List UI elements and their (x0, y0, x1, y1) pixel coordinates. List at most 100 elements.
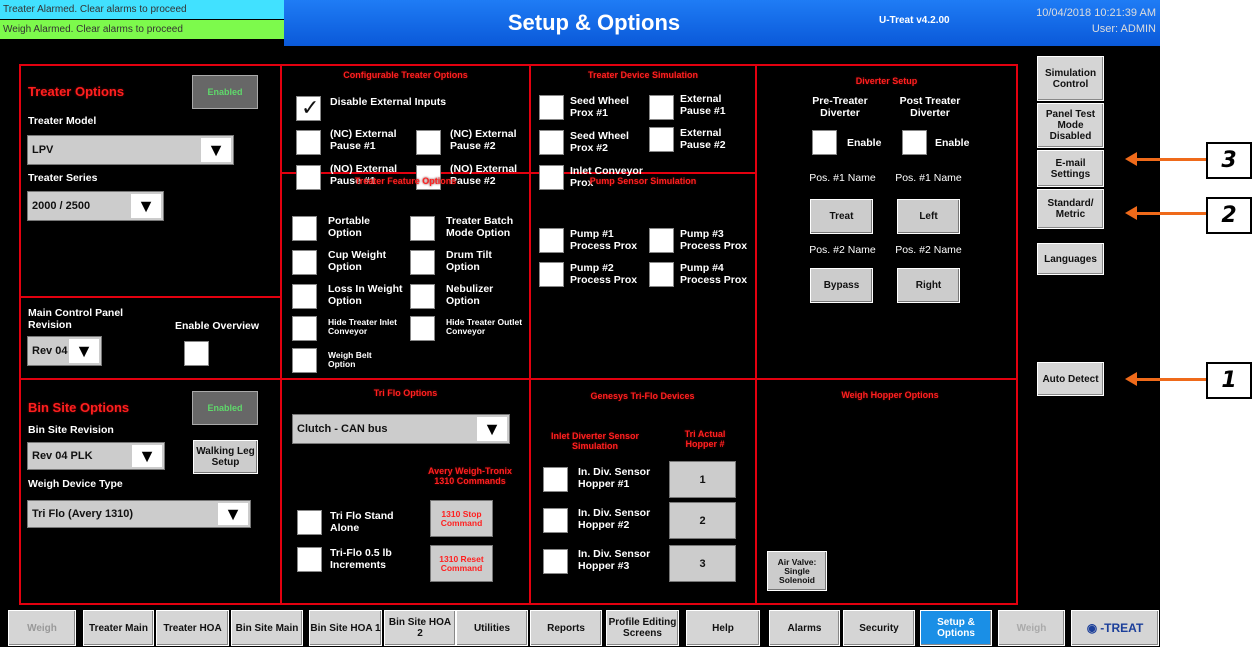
post-diverter-enable-checkbox[interactable] (902, 130, 927, 155)
reset-command-button[interactable]: 1310 Reset Command (430, 545, 493, 582)
nc-external-pause2-checkbox[interactable] (416, 130, 441, 155)
actual-hopper-heading: Tri Actual Hopper # (684, 429, 726, 449)
standard-metric-button[interactable]: Standard/ Metric (1037, 189, 1104, 229)
nav-setup-options-active[interactable]: Setup & Options (920, 610, 992, 646)
weigh-device-type-value: Tri Flo (Avery 1310) (32, 508, 134, 520)
hide-outlet-conveyor-checkbox[interactable] (410, 316, 435, 341)
batch-mode-checkbox[interactable] (410, 216, 435, 241)
pump-simulation-title: Pump Sensor Simulation (589, 176, 697, 186)
sensor-hopper2-label: In. Div. Sensor Hopper #2 (578, 507, 651, 531)
post-pos1-name-button[interactable]: Left (897, 199, 960, 234)
actual-hopper1-button[interactable]: 1 (669, 461, 736, 498)
air-valve-button[interactable]: Air Valve: Single Solenoid (767, 551, 827, 591)
pump1-prox-checkbox[interactable] (539, 228, 564, 253)
weigh-belt-checkbox[interactable] (292, 348, 317, 373)
nav-security[interactable]: Security (843, 610, 915, 646)
bin-site-revision-dropdown[interactable]: Rev 04 PLK ▼ (27, 442, 165, 470)
actual-hopper2-button[interactable]: 2 (669, 502, 736, 539)
nebulizer-checkbox[interactable] (410, 284, 435, 309)
callout-arrow-3 (1125, 152, 1207, 166)
triflo-increments-label: Tri-Flo 0.5 lb Increments (330, 547, 392, 571)
actual-hopper3-button[interactable]: 3 (669, 545, 736, 582)
callout-arrow-1 (1125, 372, 1207, 386)
post-treater-diverter-label: Post Treater Diverter (899, 95, 961, 119)
disable-external-inputs-label: Disable External Inputs (330, 96, 447, 108)
external-pause1-sim-checkbox[interactable] (649, 95, 674, 120)
pump4-prox-checkbox[interactable] (649, 262, 674, 287)
nc-external-pause1-checkbox[interactable] (296, 130, 321, 155)
hide-outlet-conveyor-label: Hide Treater Outlet Conveyor (446, 317, 523, 336)
languages-button[interactable]: Languages (1037, 243, 1104, 275)
disable-external-inputs-checkbox[interactable] (296, 95, 321, 121)
callout-arrow-2 (1125, 206, 1207, 220)
pump2-prox-checkbox[interactable] (539, 262, 564, 287)
nav-bin-site-main[interactable]: Bin Site Main (231, 610, 303, 646)
sensor-hopper2-checkbox[interactable] (543, 508, 568, 533)
callout-3: 3 (1206, 142, 1252, 179)
nav-bin-site-hoa-2[interactable]: Bin Site HOA 2 (384, 610, 456, 646)
pre-pos1-name-button[interactable]: Treat (810, 199, 873, 234)
pre-diverter-enable-checkbox[interactable] (812, 130, 837, 155)
main-panel-revision-dropdown[interactable]: Rev 04 ▼ (27, 336, 102, 366)
treater-series-label: Treater Series (28, 172, 98, 184)
weigh-device-type-label: Weigh Device Type (28, 478, 123, 490)
post-pos2-name-button[interactable]: Right (897, 268, 960, 303)
nav-treater-hoa[interactable]: Treater HOA (156, 610, 229, 646)
nav-reports[interactable]: Reports (530, 610, 602, 646)
bin-site-enable-toggle[interactable]: Enabled (192, 391, 258, 425)
diverter-setup-title: Diverter Setup (855, 76, 918, 86)
loss-in-weight-checkbox[interactable] (292, 284, 317, 309)
hide-inlet-conveyor-checkbox[interactable] (292, 316, 317, 341)
callout-2: 2 (1206, 197, 1252, 234)
walking-leg-setup-button[interactable]: Walking Leg Setup (193, 440, 258, 474)
triflo-increments-checkbox[interactable] (297, 547, 322, 572)
pre-pos1-name-label: Pos. #1 Name (809, 172, 876, 184)
alarm-banner-treater[interactable]: Treater Alarmed. Clear alarms to proceed (0, 0, 284, 19)
version-label: U-Treat v4.2.00 (879, 15, 950, 26)
pre-treater-diverter-label: Pre-Treater Diverter (812, 95, 868, 119)
sensor-hopper1-checkbox[interactable] (543, 467, 568, 492)
pump1-prox-label: Pump #1 Process Prox (570, 228, 638, 252)
panel-test-mode-button[interactable]: Panel Test Mode Disabled (1037, 103, 1104, 148)
portable-option-label: Portable Option (328, 215, 371, 239)
stop-command-button[interactable]: 1310 Stop Command (430, 500, 493, 537)
weigh-device-type-dropdown[interactable]: Tri Flo (Avery 1310) ▼ (27, 500, 251, 528)
bin-site-revision-label: Bin Site Revision (28, 424, 114, 436)
cup-weight-label: Cup Weight Option (328, 249, 387, 273)
cup-weight-checkbox[interactable] (292, 250, 317, 275)
triflo-mode-dropdown[interactable]: Clutch - CAN bus ▼ (292, 414, 510, 444)
bin-site-revision-value: Rev 04 PLK (32, 450, 93, 462)
seed-wheel-prox1-label: Seed Wheel Prox #1 (570, 95, 629, 119)
device-simulation-title: Treater Device Simulation (587, 70, 699, 80)
nav-alarms[interactable]: Alarms (769, 610, 840, 646)
nav-treater-main[interactable]: Treater Main (83, 610, 154, 646)
sensor-hopper3-checkbox[interactable] (543, 549, 568, 574)
triflo-stand-alone-checkbox[interactable] (297, 510, 322, 535)
nav-help[interactable]: Help (686, 610, 760, 646)
treater-series-dropdown[interactable]: 2000 / 2500 ▼ (27, 191, 164, 221)
sensor-hopper3-label: In. Div. Sensor Hopper #3 (578, 548, 651, 572)
drum-tilt-checkbox[interactable] (410, 250, 435, 275)
portable-option-checkbox[interactable] (292, 216, 317, 241)
post-pos1-name-label: Pos. #1 Name (895, 172, 962, 184)
seed-wheel-prox1-checkbox[interactable] (539, 95, 564, 120)
external-pause2-sim-checkbox[interactable] (649, 127, 674, 152)
nav-weigh-2-disabled[interactable]: Weigh (998, 610, 1065, 646)
nav-utilities[interactable]: Utilities (456, 610, 528, 646)
auto-detect-button[interactable]: Auto Detect (1037, 362, 1104, 396)
email-settings-button[interactable]: E-mail Settings (1037, 150, 1104, 187)
pre-pos2-name-button[interactable]: Bypass (810, 268, 873, 303)
sensor-hopper1-label: In. Div. Sensor Hopper #1 (578, 466, 651, 490)
treater-enable-toggle[interactable]: Enabled (192, 75, 258, 109)
nav-bin-site-hoa-1[interactable]: Bin Site HOA 1 (309, 610, 382, 646)
nav-weigh-disabled[interactable]: Weigh (8, 610, 76, 646)
nav-profile-editing[interactable]: Profile Editing Screens (606, 610, 679, 646)
main-panel-revision-label: Main Control Panel Revision (28, 307, 124, 331)
treater-model-dropdown[interactable]: LPV ▼ (27, 135, 234, 165)
alarm-banner-weigh[interactable]: Weigh Alarmed. Clear alarms to proceed (0, 20, 284, 39)
pump3-prox-checkbox[interactable] (649, 228, 674, 253)
simulation-control-button[interactable]: Simulation Control (1037, 56, 1104, 101)
chevron-down-icon: ▼ (201, 138, 231, 162)
seed-wheel-prox2-checkbox[interactable] (539, 130, 564, 155)
enable-overview-checkbox[interactable] (184, 341, 209, 366)
